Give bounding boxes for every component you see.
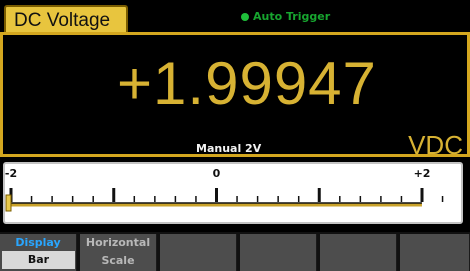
bar-left-marker: [5, 194, 12, 212]
range-label: Manual 2V: [196, 142, 262, 155]
multimeter-screen: DC Voltage Auto Trigger +1.99947 Manual …: [0, 0, 470, 271]
tick-label: 0: [213, 167, 221, 180]
softkey-display-value: Bar: [27, 253, 50, 266]
softkey-display-value-box: Bar: [2, 251, 75, 269]
tick-label: -2: [5, 167, 17, 180]
trigger-label: Auto Trigger: [253, 10, 331, 23]
softkey-6[interactable]: [400, 234, 470, 271]
reading-value: +1.99947: [117, 50, 377, 117]
softkey-bar: Display Bar Horizontal Scale: [0, 232, 470, 271]
softkey-5[interactable]: [320, 234, 397, 271]
softkey-3[interactable]: [160, 234, 237, 271]
softkey-horizontal-scale[interactable]: Horizontal Scale: [80, 234, 157, 271]
softkey-display[interactable]: Display Bar: [0, 234, 77, 271]
measurement-display: +1.99947 Manual 2V VDC: [0, 32, 470, 160]
green-dot-icon: [241, 13, 249, 21]
bar-graph: -2 0 +2: [3, 162, 463, 224]
softkey-display-label: Display: [15, 236, 61, 249]
header: DC Voltage Auto Trigger: [0, 0, 470, 32]
unit-label: VDC: [408, 130, 463, 160]
softkey-horizontal-label: Horizontal: [85, 236, 151, 249]
mode-tab: DC Voltage: [4, 5, 128, 32]
bar-graph-svg: -2 0 +2: [5, 167, 444, 212]
softkey-scale-label: Scale: [101, 254, 135, 267]
tick-label: +2: [414, 167, 431, 180]
mode-title: DC Voltage: [14, 10, 111, 31]
softkey-4[interactable]: [240, 234, 317, 271]
